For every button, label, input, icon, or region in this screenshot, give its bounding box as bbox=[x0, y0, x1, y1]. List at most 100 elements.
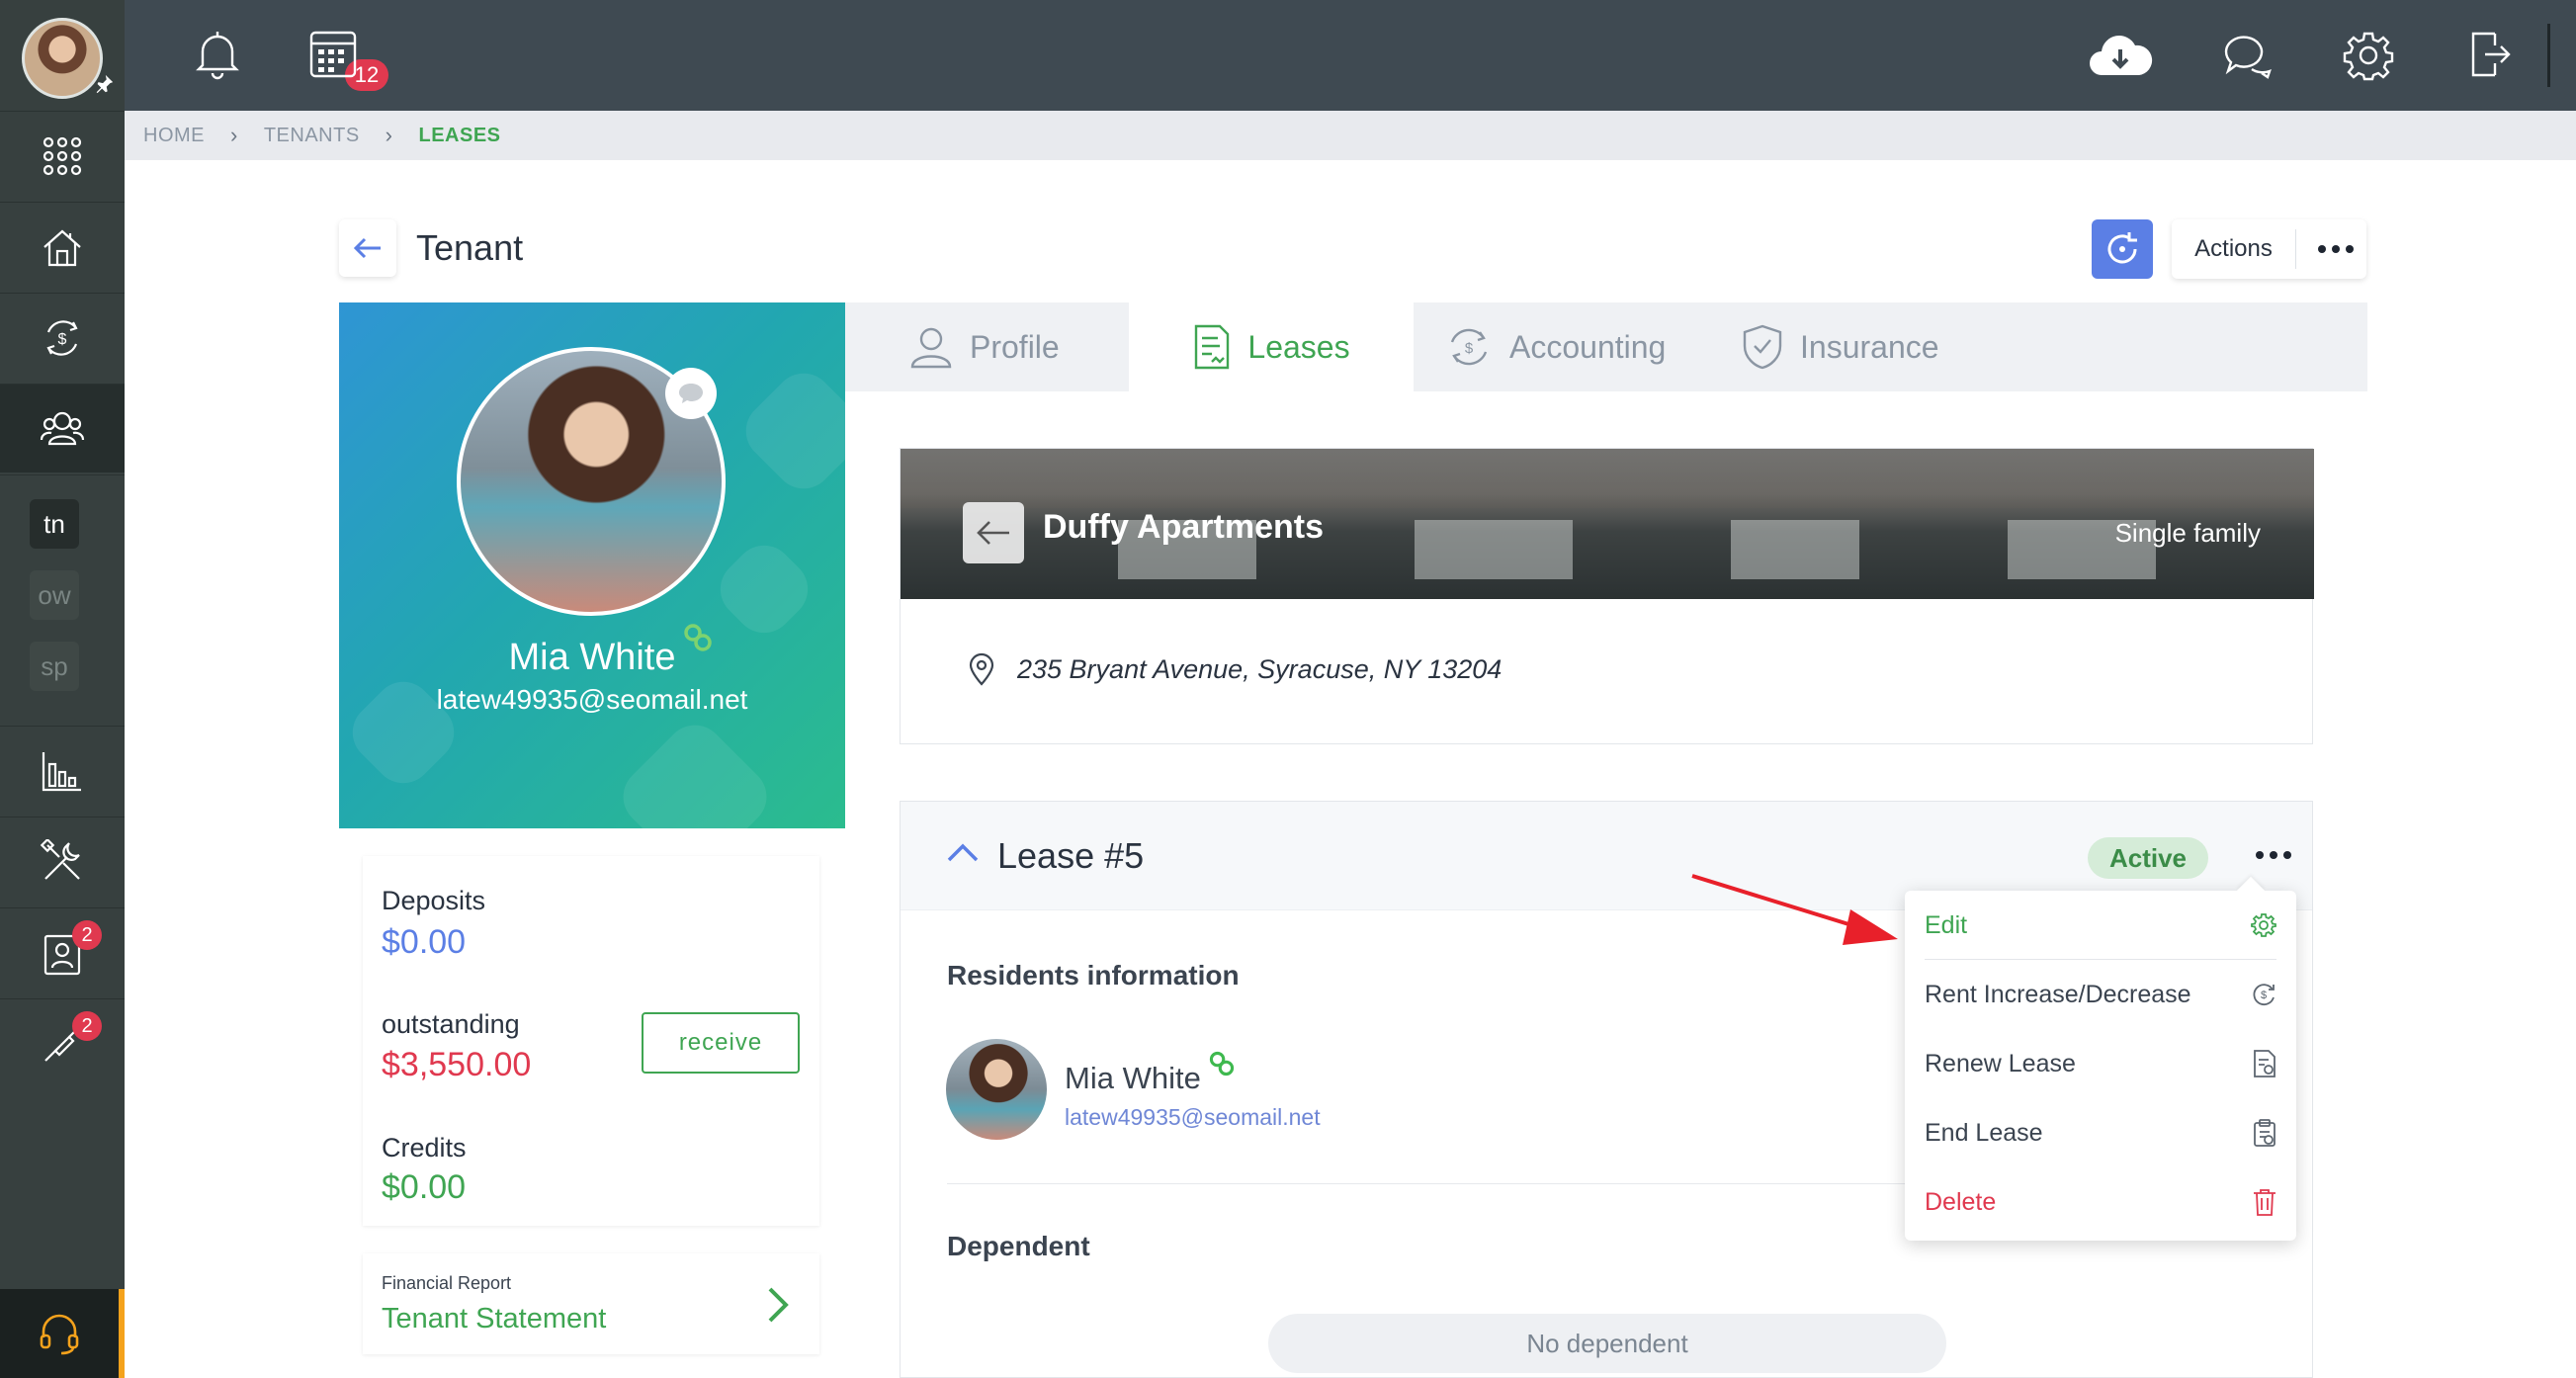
receive-button[interactable]: receive bbox=[642, 1012, 800, 1074]
sidebar-item-properties[interactable] bbox=[0, 202, 125, 291]
outstanding-label: outstanding bbox=[382, 1009, 520, 1039]
support-button[interactable] bbox=[0, 1289, 125, 1378]
accounting-icon: $ bbox=[46, 319, 78, 356]
property-back-button[interactable] bbox=[963, 502, 1024, 563]
sidebar-shortcuts: tn ow sp bbox=[0, 474, 125, 712]
sidebar-shortcut-sp[interactable]: sp bbox=[30, 642, 79, 691]
message-tenant-button[interactable] bbox=[665, 368, 717, 419]
sidebar: $ tn ow sp 2 2 bbox=[0, 0, 125, 1378]
back-button[interactable] bbox=[339, 219, 396, 277]
calendar-button[interactable] bbox=[308, 30, 358, 79]
sidebar-item-people[interactable] bbox=[0, 384, 125, 473]
sidebar-item-maintenance[interactable] bbox=[0, 817, 125, 905]
financial-report-link[interactable]: Financial Report Tenant Statement bbox=[363, 1253, 819, 1354]
lease-title: Lease #5 bbox=[997, 835, 1145, 876]
bell-icon bbox=[196, 32, 239, 80]
rent-change-icon: $ bbox=[2253, 984, 2275, 1006]
tab-profile[interactable]: Profile bbox=[910, 302, 1060, 391]
top-bar: 12 bbox=[125, 0, 2576, 111]
dependent-section-title: Dependent bbox=[947, 1231, 1090, 1261]
reports-icon bbox=[42, 751, 81, 791]
settings-button[interactable] bbox=[2343, 30, 2394, 81]
property-banner: Duffy Apartments Single family bbox=[901, 449, 2314, 599]
logout-button[interactable] bbox=[2467, 30, 2513, 79]
resident-name[interactable]: Mia White bbox=[1065, 1061, 1201, 1096]
sidebar-shortcut-ow[interactable]: ow bbox=[30, 570, 79, 620]
people-icon bbox=[40, 411, 85, 445]
renew-document-icon bbox=[2254, 1050, 2275, 1077]
arrow-left-icon bbox=[353, 237, 381, 259]
residents-section-title: Residents information bbox=[947, 960, 1240, 990]
accounting-icon: $ bbox=[1450, 328, 1488, 366]
credits-value: $0.00 bbox=[382, 1168, 467, 1206]
tools-badge: 2 bbox=[72, 1011, 102, 1041]
deposits-label: Deposits bbox=[382, 886, 486, 915]
apps-grid-icon bbox=[43, 136, 82, 175]
sidebar-item-apps[interactable] bbox=[0, 111, 125, 200]
outstanding-value: $3,550.00 bbox=[382, 1046, 532, 1083]
sidebar-shortcut-tn[interactable]: tn bbox=[30, 499, 79, 549]
user-avatar[interactable] bbox=[22, 18, 103, 99]
tenant-email: latew49935@seomail.net bbox=[436, 684, 748, 715]
tab-insurance[interactable]: Insurance bbox=[1743, 302, 1939, 391]
decoration bbox=[708, 533, 820, 646]
messages-button[interactable] bbox=[2222, 30, 2274, 81]
actions-label: Actions bbox=[2172, 229, 2296, 269]
tenant-profile-card: Mia White latew49935@seomail.net bbox=[339, 302, 845, 828]
gear-icon bbox=[2251, 913, 2276, 937]
chat-icon bbox=[2224, 36, 2272, 79]
banner-window bbox=[1731, 520, 1859, 579]
no-dependent-placeholder: No dependent bbox=[1268, 1314, 1946, 1373]
calendar-icon bbox=[309, 31, 357, 78]
svg-text:$: $ bbox=[58, 331, 67, 348]
shield-icon bbox=[1743, 324, 1782, 370]
chevron-right-icon: › bbox=[385, 123, 393, 147]
breadcrumb-tenants[interactable]: TENANTS bbox=[264, 125, 360, 147]
linked-account-icon bbox=[1209, 1051, 1235, 1077]
chat-bubble-icon bbox=[679, 384, 703, 403]
menu-item-rent-change[interactable]: Rent Increase/Decrease $ bbox=[1905, 960, 2296, 1029]
sidebar-item-tools[interactable]: 2 bbox=[0, 998, 125, 1087]
menu-item-edit[interactable]: Edit bbox=[1905, 891, 2296, 960]
location-pin-icon bbox=[969, 652, 994, 686]
arrow-left-icon bbox=[977, 521, 1009, 545]
deposits-value: $0.00 bbox=[382, 923, 467, 961]
tab-accounting[interactable]: $ Accounting bbox=[1446, 302, 1666, 391]
refresh-button[interactable] bbox=[2092, 219, 2153, 279]
cloud-download-icon bbox=[2090, 36, 2153, 75]
menu-item-end-lease[interactable]: End Lease bbox=[1905, 1098, 2296, 1167]
topbar-divider bbox=[2547, 24, 2550, 87]
sidebar-item-reports[interactable] bbox=[0, 726, 125, 815]
refresh-icon bbox=[2107, 232, 2137, 264]
tenant-name: Mia White bbox=[508, 637, 676, 678]
sidebar-item-accounting[interactable]: $ bbox=[0, 293, 125, 382]
maintenance-icon bbox=[40, 838, 80, 880]
chevron-up-icon[interactable] bbox=[946, 841, 980, 863]
property-name[interactable]: Duffy Apartments bbox=[1043, 508, 1324, 547]
property-address: 235 Bryant Avenue, Syracuse, NY 13204 bbox=[1017, 654, 1503, 684]
resident-avatar bbox=[946, 1039, 1047, 1140]
notifications-button[interactable] bbox=[193, 28, 242, 81]
svg-text:$: $ bbox=[1465, 340, 1474, 357]
credits-label: Credits bbox=[382, 1133, 467, 1163]
resident-email[interactable]: latew49935@seomail.net bbox=[1065, 1104, 1321, 1131]
trash-icon bbox=[2254, 1189, 2275, 1216]
sidebar-item-contacts[interactable]: 2 bbox=[0, 907, 125, 996]
lease-actions-menu: Edit Rent Increase/Decrease $ Renew Leas… bbox=[1905, 891, 2296, 1241]
menu-item-renew-lease[interactable]: Renew Lease bbox=[1905, 1029, 2296, 1098]
tenant-statement-link: Tenant Statement bbox=[382, 1303, 607, 1335]
pin-icon[interactable] bbox=[93, 73, 115, 95]
banner-roof bbox=[901, 449, 2314, 508]
actions-button[interactable]: Actions bbox=[2172, 219, 2366, 279]
property-card: Duffy Apartments Single family 235 Bryan… bbox=[900, 448, 2314, 744]
download-button[interactable] bbox=[2088, 32, 2153, 79]
decoration bbox=[611, 713, 779, 828]
lease-document-icon bbox=[1195, 324, 1230, 370]
property-type: Single family bbox=[2114, 518, 2261, 548]
status-badge: Active bbox=[2088, 837, 2208, 879]
menu-item-delete[interactable]: Delete bbox=[1905, 1167, 2296, 1237]
tab-leases[interactable]: Leases bbox=[1129, 302, 1414, 391]
chevron-right-icon: › bbox=[230, 123, 238, 147]
breadcrumb-home[interactable]: HOME bbox=[143, 125, 205, 147]
more-horizontal-icon[interactable] bbox=[2256, 851, 2291, 859]
